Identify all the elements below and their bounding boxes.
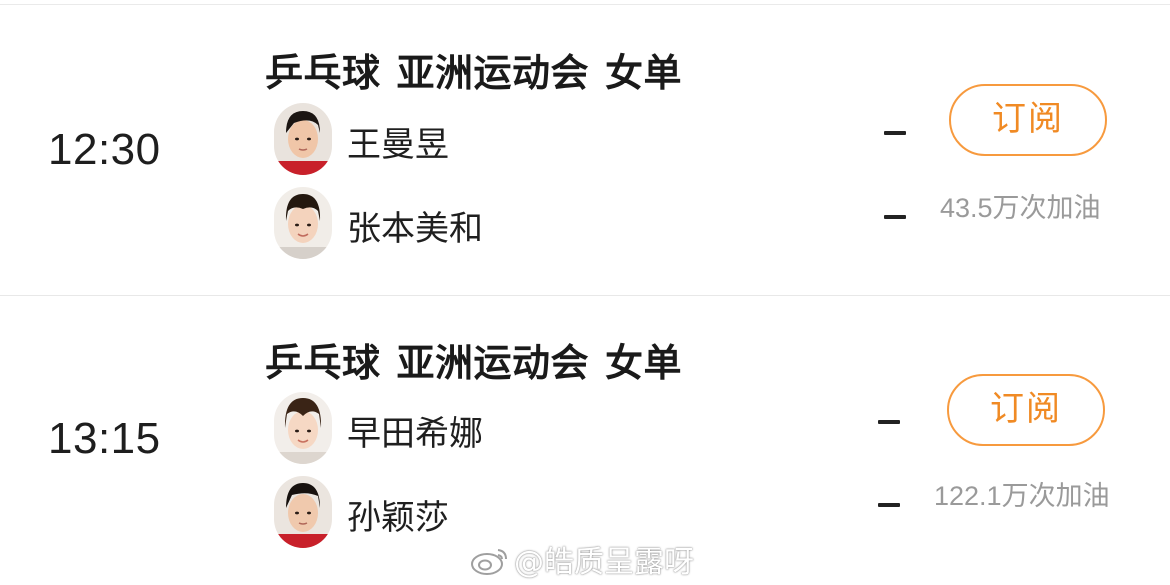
- category-label: 女单: [605, 341, 683, 385]
- player-row[interactable]: 王曼昱: [270, 103, 910, 178]
- match-card[interactable]: 12:30 乒乓球 亚洲运动会 女单 王曼昱 张本美和 订阅 43.5万次加油: [0, 6, 1170, 295]
- watermark: @皓质呈露呀: [470, 537, 694, 583]
- player-row[interactable]: 早田希娜: [270, 392, 910, 467]
- match-title: 乒乓球 亚洲运动会 女单: [265, 332, 682, 387]
- top-divider: [0, 4, 1170, 5]
- match-time: 12:30: [48, 125, 161, 174]
- player-score: [878, 420, 900, 424]
- player-name: 早田希娜: [347, 414, 483, 454]
- subscribe-button[interactable]: 订阅: [949, 84, 1107, 156]
- player-avatar: [274, 103, 332, 175]
- player-name: 王曼昱: [347, 125, 449, 165]
- event-label: 亚洲运动会: [396, 51, 590, 95]
- weibo-icon: [470, 545, 510, 583]
- player-score: [878, 503, 900, 507]
- player-avatar: [274, 187, 332, 259]
- player-avatar: [274, 476, 332, 548]
- match-time: 13:15: [48, 414, 161, 463]
- player-name: 张本美和: [347, 209, 483, 249]
- sport-label: 乒乓球: [265, 51, 381, 95]
- subscribe-button[interactable]: 订阅: [947, 374, 1105, 446]
- category-label: 女单: [605, 51, 683, 95]
- player-row[interactable]: 张本美和: [270, 187, 910, 262]
- cheer-count: 43.5万次加油: [940, 193, 1101, 223]
- sport-label: 乒乓球: [265, 341, 381, 385]
- cheer-count: 122.1万次加油: [934, 481, 1110, 511]
- player-name: 孙颖莎: [347, 498, 449, 538]
- player-avatar: [274, 392, 332, 464]
- event-label: 亚洲运动会: [396, 341, 590, 385]
- player-score: [884, 131, 906, 135]
- player-score: [884, 215, 906, 219]
- match-title: 乒乓球 亚洲运动会 女单: [265, 42, 682, 97]
- watermark-text: @皓质呈露呀: [514, 545, 694, 580]
